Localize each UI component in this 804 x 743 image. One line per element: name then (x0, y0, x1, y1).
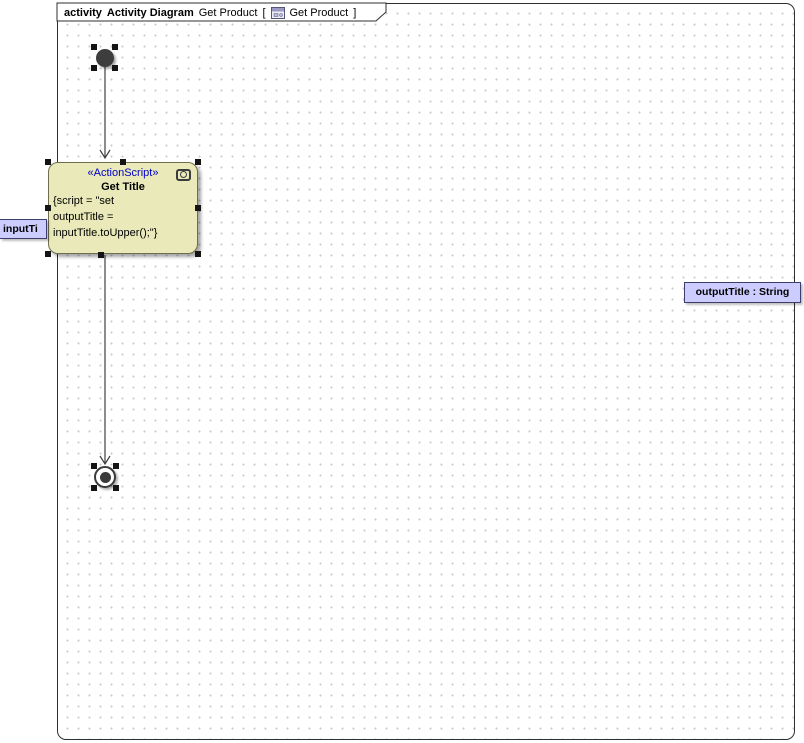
action-script-line: {script = "set (49, 193, 197, 209)
selection-handle[interactable] (98, 252, 104, 258)
frame-diagram-name: Get Product (199, 7, 258, 19)
action-node-get-title[interactable]: «ActionScript» Get Title {script = "set … (48, 162, 198, 254)
selection-handle[interactable] (91, 44, 97, 50)
diagram-thumbnail-icon (271, 7, 285, 19)
selection-handle[interactable] (113, 485, 119, 491)
selection-handle[interactable] (112, 44, 118, 50)
action-script-line: outputTitle = (49, 209, 197, 225)
input-parameter-label[interactable]: inputTi (0, 219, 47, 239)
selection-handle[interactable] (112, 65, 118, 71)
selection-handle[interactable] (91, 65, 97, 71)
action-name: Get Title (49, 181, 197, 193)
selection-handle[interactable] (45, 205, 51, 211)
frame-open-bracket: [ (262, 7, 265, 19)
selection-handle[interactable] (45, 159, 51, 165)
frame-close-bracket: ] (353, 7, 356, 19)
selection-handle[interactable] (195, 251, 201, 257)
frame-diagram-type: Activity Diagram (107, 7, 194, 19)
script-behavior-icon (176, 169, 191, 181)
selection-handle[interactable] (195, 159, 201, 165)
frame-header: activity Activity Diagram Get Product [ … (64, 6, 356, 19)
selection-handle[interactable] (113, 463, 119, 469)
selection-handle[interactable] (91, 463, 97, 469)
selection-handle[interactable] (195, 205, 201, 211)
activity-final-core (100, 472, 111, 483)
selection-handle[interactable] (120, 159, 126, 165)
action-stereotype: «ActionScript» (49, 167, 197, 179)
selection-handle[interactable] (45, 251, 51, 257)
diagram-canvas: activity Activity Diagram Get Product [ … (0, 0, 804, 743)
selection-handle[interactable] (91, 485, 97, 491)
output-parameter-label[interactable]: outputTitle : String (684, 282, 801, 303)
action-script-line: inputTitle.toUpper();"} (49, 225, 197, 241)
frame-context-name: Get Product (290, 7, 349, 19)
diagram-frame (57, 3, 795, 740)
frame-keyword: activity (64, 7, 102, 19)
